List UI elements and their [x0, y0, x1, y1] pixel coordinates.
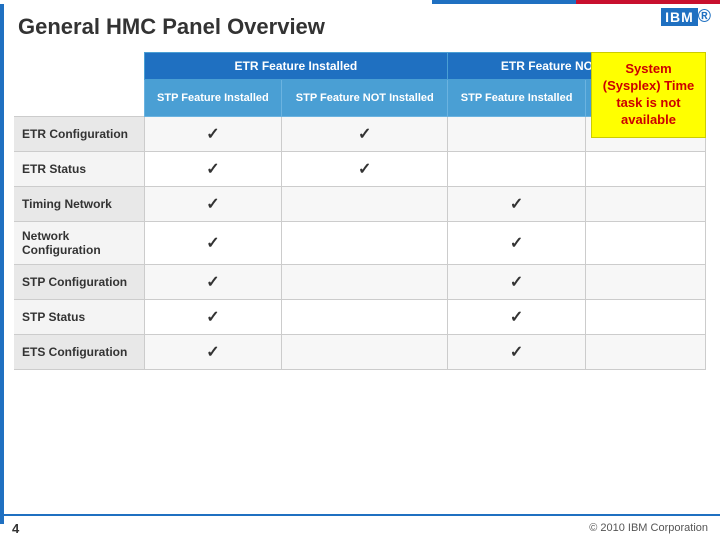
check-cell: ✓: [448, 265, 586, 300]
table-body: ETR Configuration✓✓ETR Status✓✓Timing Ne…: [14, 117, 706, 370]
stp-not-installed-1-header: STP Feature NOT Installed: [282, 80, 448, 117]
copyright: © 2010 IBM Corporation: [589, 522, 708, 534]
row-label: Timing Network: [14, 187, 144, 222]
table-row: STP Status ✓ ✓: [14, 300, 706, 335]
system-note: System (Sysplex) Time task is not availa…: [591, 52, 706, 138]
checkmark-icon: ✓: [510, 309, 523, 326]
etr-installed-header: ETR Feature Installed: [144, 53, 448, 80]
check-cell: [586, 152, 706, 187]
row-label: ETR Configuration: [14, 117, 144, 152]
ibm-logo: IBM®: [661, 6, 710, 27]
check-cell: ✓: [144, 222, 282, 265]
checkmark-icon: ✓: [206, 235, 219, 252]
top-bar: [0, 0, 720, 4]
system-note-text: System (Sysplex) Time task is not availa…: [603, 61, 695, 127]
check-cell: [586, 300, 706, 335]
check-cell: [282, 222, 448, 265]
check-cell: [448, 152, 586, 187]
check-cell: [282, 187, 448, 222]
check-cell: ✓: [144, 300, 282, 335]
check-cell: ✓: [448, 300, 586, 335]
check-cell: ✓: [448, 222, 586, 265]
row-label: Network Configuration: [14, 222, 144, 265]
check-cell: ✓: [144, 265, 282, 300]
check-cell: [282, 265, 448, 300]
check-cell: ✓: [144, 335, 282, 370]
table-row: Timing Network ✓ ✓: [14, 187, 706, 222]
table-row: ETR Status ✓ ✓: [14, 152, 706, 187]
checkmark-icon: ✓: [206, 274, 219, 291]
checkmark-icon: ✓: [206, 344, 219, 361]
check-cell: ✓: [144, 152, 282, 187]
check-cell: ✓: [144, 117, 282, 152]
stp-installed-2-header: STP Feature Installed: [448, 80, 586, 117]
corner-cell: [14, 53, 144, 80]
check-cell: ✓: [448, 187, 586, 222]
check-cell: ✓: [282, 117, 448, 152]
check-cell: [282, 300, 448, 335]
check-cell: [586, 265, 706, 300]
corner-cell-2: [14, 80, 144, 117]
checkmark-icon: ✓: [510, 274, 523, 291]
checkmark-icon: ✓: [206, 126, 219, 143]
check-cell: [282, 335, 448, 370]
checkmark-icon: ✓: [206, 161, 219, 178]
left-accent: [0, 4, 4, 524]
check-cell: ✓: [448, 335, 586, 370]
row-label: STP Configuration: [14, 265, 144, 300]
check-cell: [586, 187, 706, 222]
check-cell: [586, 222, 706, 265]
table-row: Network Configuration ✓ ✓: [14, 222, 706, 265]
checkmark-icon: ✓: [358, 126, 371, 143]
table-row: ETS Configuration ✓ ✓: [14, 335, 706, 370]
slide: IBM® General HMC Panel Overview ETR Feat…: [0, 0, 720, 540]
bottom-bar: 4 © 2010 IBM Corporation: [0, 514, 720, 540]
row-label: STP Status: [14, 300, 144, 335]
page-title: General HMC Panel Overview: [18, 14, 325, 40]
row-label: ETS Configuration: [14, 335, 144, 370]
check-cell: ✓: [282, 152, 448, 187]
checkmark-icon: ✓: [510, 235, 523, 252]
stp-installed-1-header: STP Feature Installed: [144, 80, 282, 117]
row-label: ETR Status: [14, 152, 144, 187]
checkmark-icon: ✓: [358, 161, 371, 178]
checkmark-icon: ✓: [206, 309, 219, 326]
check-cell: [448, 117, 586, 152]
checkmark-icon: ✓: [510, 344, 523, 361]
page-number: 4: [12, 521, 19, 536]
checkmark-icon: ✓: [510, 196, 523, 213]
check-cell: ✓: [144, 187, 282, 222]
table-row: STP Configuration ✓ ✓: [14, 265, 706, 300]
check-cell: [586, 335, 706, 370]
checkmark-icon: ✓: [206, 196, 219, 213]
